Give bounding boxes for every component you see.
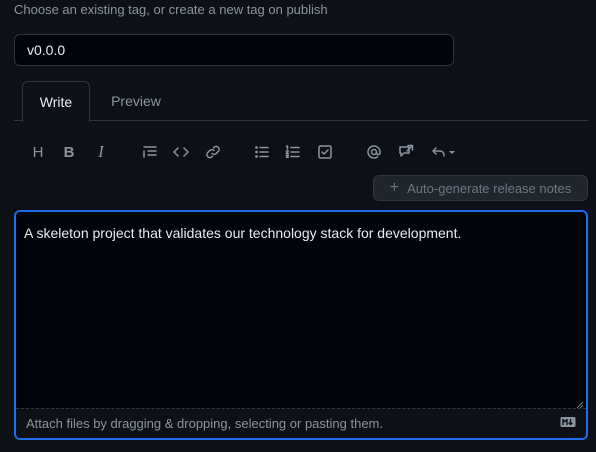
tag-hint: Choose an existing tag, or create a new … bbox=[14, 2, 328, 17]
tab-write[interactable]: Write bbox=[22, 81, 90, 122]
bold-button[interactable]: B bbox=[58, 141, 80, 163]
saved-replies-button[interactable] bbox=[427, 141, 461, 163]
auto-generate-release-notes-button[interactable]: + Auto-generate release notes bbox=[373, 175, 588, 201]
ordered-list-icon bbox=[285, 145, 300, 158]
code-button[interactable] bbox=[170, 141, 192, 163]
quote-icon bbox=[143, 146, 157, 158]
quote-button[interactable] bbox=[139, 141, 161, 163]
auto-generate-label: Auto-generate release notes bbox=[407, 180, 572, 196]
attach-files-bar[interactable]: Attach files by dragging & dropping, sel… bbox=[16, 408, 586, 438]
code-icon bbox=[173, 147, 189, 157]
unordered-list-icon bbox=[255, 146, 269, 158]
tab-preview[interactable]: Preview bbox=[96, 81, 176, 121]
reference-button[interactable] bbox=[395, 141, 417, 163]
markdown-toolbar: H B I bbox=[0, 141, 596, 163]
italic-icon: I bbox=[98, 142, 104, 161]
task-list-icon bbox=[318, 145, 332, 159]
italic-button[interactable]: I bbox=[90, 141, 112, 163]
heading-button[interactable]: H bbox=[27, 141, 49, 163]
reply-icon bbox=[432, 147, 455, 157]
plus-icon: + bbox=[389, 179, 400, 196]
markdown-icon bbox=[560, 414, 576, 433]
release-notes-editor: A skeleton project that validates our te… bbox=[14, 210, 588, 440]
task-list-button[interactable] bbox=[314, 141, 336, 163]
link-button[interactable] bbox=[202, 141, 224, 163]
release-notes-textarea[interactable]: A skeleton project that validates our te… bbox=[16, 212, 586, 409]
mention-button[interactable] bbox=[363, 141, 385, 163]
release-form: Choose an existing tag, or create a new … bbox=[0, 0, 596, 452]
heading-icon: H bbox=[32, 143, 44, 161]
ordered-list-button[interactable] bbox=[282, 141, 304, 163]
mention-icon bbox=[367, 145, 381, 159]
unordered-list-button[interactable] bbox=[251, 141, 273, 163]
bold-icon: B bbox=[63, 143, 75, 161]
tag-input[interactable] bbox=[14, 34, 454, 66]
attach-files-text: Attach files by dragging & dropping, sel… bbox=[26, 416, 383, 431]
link-icon bbox=[206, 145, 220, 159]
cross-reference-icon bbox=[399, 144, 414, 157]
